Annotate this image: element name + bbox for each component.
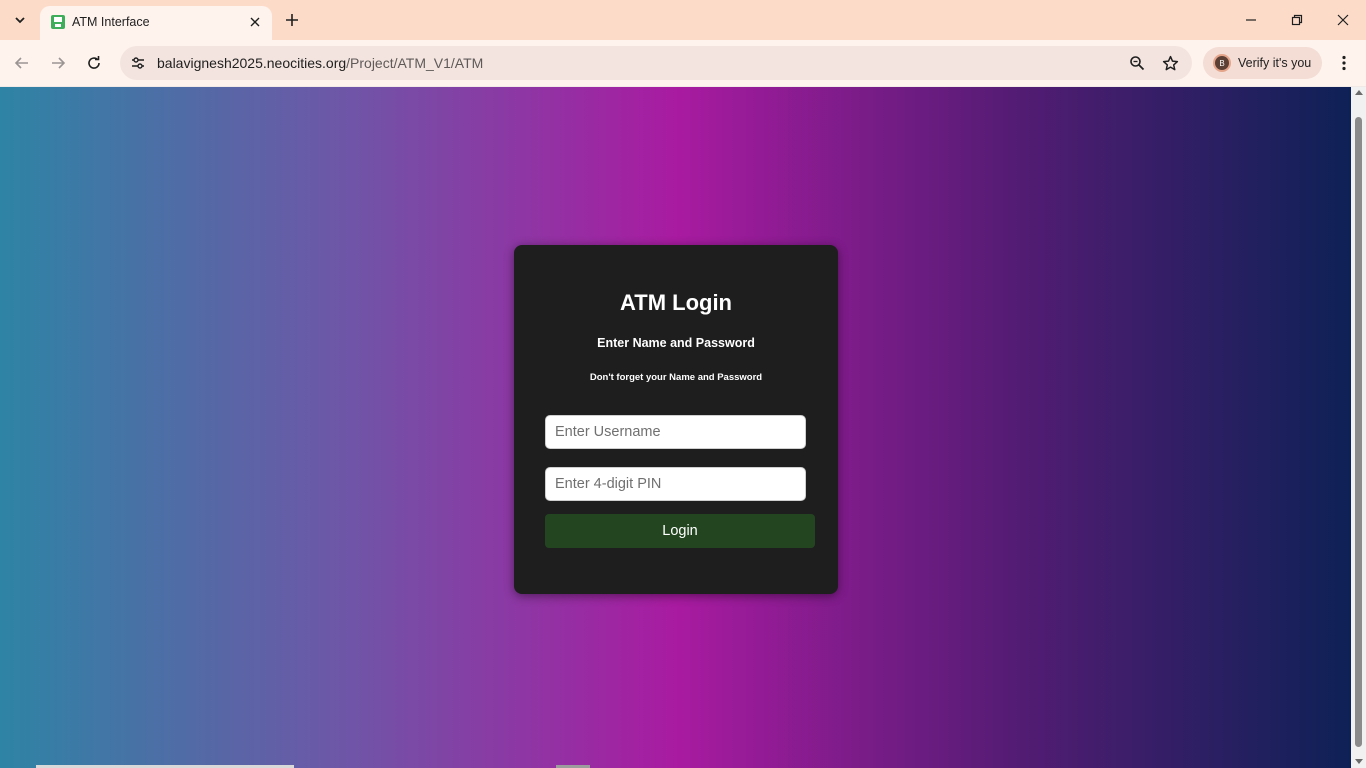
more-vert-icon	[1342, 55, 1346, 71]
pin-input[interactable]	[545, 467, 806, 501]
login-note: Don't forget your Name and Password	[589, 372, 763, 383]
forward-button[interactable]	[43, 48, 73, 78]
close-icon	[250, 17, 260, 27]
plus-icon	[286, 14, 298, 26]
minimize-icon	[1246, 19, 1256, 21]
username-input[interactable]	[545, 415, 806, 449]
window-close-button[interactable]	[1320, 0, 1366, 40]
page-title: ATM Login	[620, 290, 732, 315]
tab-search-button[interactable]	[8, 8, 32, 32]
tab-strip: ATM Interface	[0, 0, 1366, 40]
minimize-button[interactable]	[1228, 0, 1274, 40]
reload-button[interactable]	[79, 48, 109, 78]
arrow-left-icon	[14, 57, 28, 69]
bookmark-button[interactable]	[1158, 51, 1182, 75]
login-button[interactable]: Login	[545, 514, 815, 548]
page-scrollbar[interactable]	[1351, 87, 1366, 768]
verify-profile-button[interactable]: B Verify it's you	[1203, 47, 1322, 79]
tab-atm-interface[interactable]: ATM Interface	[40, 6, 272, 40]
scroll-up-arrow-icon[interactable]	[1355, 90, 1363, 95]
verify-label: Verify it's you	[1238, 56, 1312, 70]
avatar: B	[1213, 54, 1231, 72]
tab-close-button[interactable]	[246, 13, 264, 31]
tune-icon	[132, 57, 144, 69]
zoom-button[interactable]	[1125, 51, 1149, 75]
star-icon	[1162, 55, 1178, 70]
tab-title: ATM Interface	[72, 15, 150, 29]
scroll-thumb[interactable]	[1355, 117, 1362, 747]
arrow-right-icon	[52, 57, 66, 69]
zoom-icon	[1130, 56, 1145, 71]
url-domain: balavignesh2025.neocities.org	[157, 55, 347, 71]
close-icon	[1337, 14, 1349, 26]
scroll-down-arrow-icon[interactable]	[1355, 759, 1363, 764]
login-card: ATM Login Enter Name and Password Don't …	[514, 245, 838, 594]
site-info-button[interactable]	[126, 51, 150, 75]
new-tab-button[interactable]	[280, 8, 304, 32]
address-bar[interactable]: balavignesh2025.neocities.org/Project/AT…	[120, 46, 1192, 80]
back-button[interactable]	[7, 48, 37, 78]
browser-toolbar: balavignesh2025.neocities.org/Project/AT…	[0, 40, 1366, 86]
url-path: /Project/ATM_V1/ATM	[346, 55, 484, 71]
restore-icon	[1291, 14, 1303, 26]
url-text[interactable]: balavignesh2025.neocities.org/Project/AT…	[157, 55, 483, 71]
login-subtitle: Enter Name and Password	[597, 336, 755, 350]
browser-menu-button[interactable]	[1330, 48, 1358, 78]
reload-icon	[88, 56, 100, 69]
chevron-down-icon	[15, 17, 25, 24]
atm-favicon-icon	[51, 15, 65, 29]
restore-button[interactable]	[1274, 0, 1320, 40]
